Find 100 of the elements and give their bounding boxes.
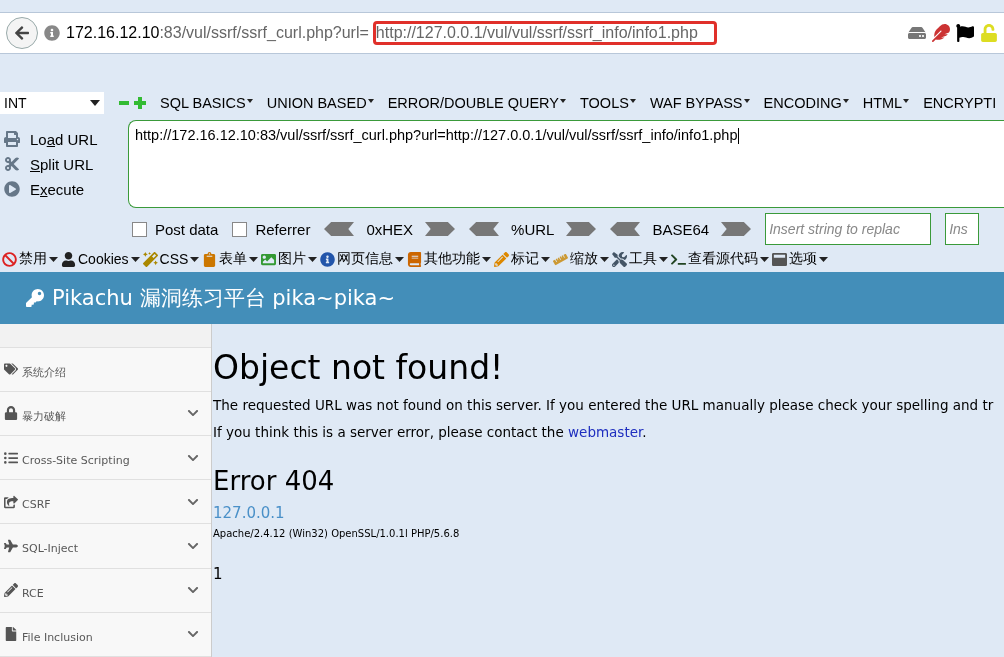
- pencil-icon: [4, 583, 18, 598]
- hackbar-action[interactable]: Execute: [0, 180, 126, 198]
- clipboard-icon: [202, 251, 218, 267]
- caret-icon: [308, 256, 318, 262]
- hackbar-menu[interactable]: ENCODING: [763, 95, 849, 111]
- contact-text: If you think this is a server error, please contact the webmaster.: [213, 424, 648, 440]
- toolbar-menu[interactable]: 禁用: [2, 250, 58, 268]
- toolbar-menu[interactable]: 标记: [494, 250, 551, 268]
- checkbox[interactable]: Post data: [132, 220, 219, 238]
- error-heading: Error 404: [213, 466, 336, 496]
- sidebar-item[interactable]: File Inclusion: [0, 612, 211, 657]
- caret-icon: [629, 99, 636, 103]
- caret-icon: [246, 99, 253, 103]
- server-signature: Apache/2.4.12 (Win32) OpenSSL/1.0.1l PHP/5.6.8: [213, 528, 461, 539]
- webmaster-link[interactable]: webmaster: [568, 424, 643, 440]
- hackbar-menu[interactable]: SQL BASICS: [160, 95, 253, 111]
- caret-icon: [90, 100, 100, 106]
- sidebar-item[interactable]: Cross-Site Scripting: [0, 436, 211, 481]
- sidebar-item[interactable]: RCE: [0, 568, 211, 613]
- caret-icon: [560, 99, 566, 103]
- info-icon: [320, 251, 336, 267]
- replace-field[interactable]: Ins: [945, 213, 980, 245]
- caret-icon: [819, 256, 829, 262]
- feather-icon[interactable]: [932, 24, 950, 42]
- left-arrow-icon[interactable]: [324, 222, 355, 236]
- encoder-label: BASE64: [652, 220, 710, 238]
- back-button[interactable]: [6, 17, 38, 49]
- page-heading: Object not found!: [213, 348, 505, 387]
- file-icon: [4, 627, 18, 642]
- scissors-icon: [4, 156, 20, 172]
- key-icon: [26, 289, 44, 307]
- caret-icon: [395, 256, 405, 262]
- sidebar-item[interactable]: SQL-Inject: [0, 524, 211, 569]
- error-message: The requested URL was not found on this server. If you entered the URL manually please check your spelling and tr: [213, 397, 995, 413]
- play-icon: [4, 181, 20, 197]
- flag-icon[interactable]: [956, 24, 974, 42]
- left-arrow-icon[interactable]: [610, 222, 641, 236]
- window-icon: [772, 251, 788, 267]
- caret-icon: [367, 99, 374, 103]
- no-entry-icon: [2, 251, 17, 267]
- caret-icon: [760, 256, 770, 262]
- person-icon: [61, 251, 76, 267]
- sidebar-item[interactable]: 系统介绍: [0, 347, 211, 392]
- caret-icon: [249, 256, 259, 262]
- type-select[interactable]: INT: [0, 92, 104, 114]
- toolbar-menu[interactable]: Cookies: [61, 251, 140, 267]
- hackbar-menu[interactable]: HTML: [862, 95, 910, 111]
- encoder-label: 0xHEX: [366, 220, 414, 238]
- drive-icon[interactable]: [908, 24, 926, 42]
- toolbar-menu[interactable]: 工具: [612, 250, 669, 268]
- toolbar-menu[interactable]: CSS: [142, 251, 200, 267]
- pencil-icon: [494, 251, 510, 267]
- tags-icon: [4, 362, 18, 377]
- lock-icon: [4, 406, 18, 421]
- encoder-label: %URL: [511, 220, 555, 238]
- caret-icon: [903, 99, 910, 103]
- right-arrow-icon[interactable]: [721, 222, 752, 236]
- tools-icon: [612, 251, 628, 267]
- hackbar-menu[interactable]: ENCRYPTI: [923, 95, 997, 111]
- checkbox[interactable]: Referrer: [232, 220, 311, 238]
- list-icon: [4, 450, 18, 465]
- caret-icon: [743, 99, 750, 103]
- plane-icon: [4, 539, 18, 553]
- caret-icon: [49, 256, 58, 262]
- toolbar-menu[interactable]: 选项: [772, 250, 829, 268]
- info-icon[interactable]: [44, 25, 60, 41]
- caret-icon: [541, 256, 551, 262]
- hackbar-menu[interactable]: TOOLS: [580, 95, 636, 111]
- wand-icon: [142, 251, 158, 267]
- toolbar-menu[interactable]: 查看源代码: [671, 250, 770, 268]
- right-arrow-icon[interactable]: [425, 222, 456, 236]
- hackbar-menu[interactable]: WAF BYPASS: [649, 95, 750, 111]
- sidebar-item[interactable]: CSRF: [0, 480, 211, 525]
- toolbar-menu[interactable]: 图片: [261, 250, 318, 268]
- plus-icon[interactable]: [134, 97, 146, 109]
- toolbar-menu[interactable]: 表单: [202, 250, 259, 268]
- sidebar-item[interactable]: 暴力破解: [0, 391, 211, 436]
- caret-icon: [842, 99, 849, 103]
- chevron-icon: [187, 540, 199, 552]
- right-arrow-icon[interactable]: [566, 222, 597, 236]
- printer-icon: [4, 131, 20, 147]
- caret-icon: [190, 256, 200, 262]
- replace-field[interactable]: Insert string to replac: [765, 213, 932, 245]
- site-title: Pikachu 漏洞练习平台 pika~pika~: [52, 285, 396, 312]
- output-text: 1: [213, 565, 224, 583]
- left-arrow-icon[interactable]: [469, 222, 500, 236]
- ruler-icon: [553, 251, 569, 267]
- hackbar-action[interactable]: Split URL: [0, 155, 126, 173]
- url-textarea[interactable]: http://172.16.12.10:83/vul/ssrf/ssrf_curl.php?url=http://127.0.0.1/vul/vul/ssrf/ssrf_info/info1.php: [128, 120, 1004, 208]
- toolbar-menu[interactable]: 其他功能: [407, 250, 492, 268]
- book-icon: [407, 251, 423, 267]
- toolbar-menu[interactable]: 网页信息: [320, 250, 405, 268]
- caret-icon: [130, 256, 140, 262]
- caret-icon: [482, 256, 492, 262]
- hackbar-action[interactable]: Load URL: [0, 130, 126, 148]
- image-icon: [261, 251, 277, 267]
- hackbar-menu[interactable]: UNION BASED: [266, 95, 374, 111]
- toolbar-menu[interactable]: 缩放: [553, 250, 610, 268]
- caret-icon: [600, 256, 610, 262]
- hackbar-menu[interactable]: ERROR/DOUBLE QUERY: [387, 95, 566, 111]
